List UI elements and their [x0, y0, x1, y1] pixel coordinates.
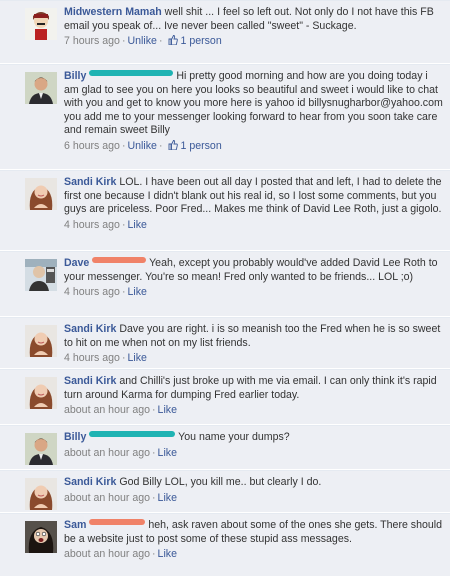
- author-name: Billy: [64, 70, 87, 82]
- comment-author[interactable]: Sandi Kirk: [64, 476, 116, 488]
- comment-timestamp: 4 hours ago: [64, 218, 120, 231]
- like-count-link[interactable]: 1 person: [180, 35, 221, 47]
- comment-item: Sandi Kirk and Chilli's just broke up wi…: [0, 369, 450, 425]
- comment-body: Sandi Kirk LOL. I have been out all day …: [64, 176, 444, 217]
- separator: ·: [152, 404, 156, 417]
- separator: ·: [152, 548, 156, 561]
- comment-body: Sam heh, ask raven about some of the one…: [64, 519, 444, 546]
- comment-meta: 6 hours ago · Unlike · 1 person: [64, 140, 444, 153]
- like-link[interactable]: Like: [158, 548, 177, 560]
- comment-timestamp: about an hour ago: [64, 446, 151, 459]
- thumbs-up-icon[interactable]: [168, 140, 179, 150]
- comment-timestamp: 6 hours ago: [64, 139, 120, 152]
- comment-meta: 4 hours ago · Like: [64, 286, 444, 299]
- man-avatar-icon[interactable]: [25, 259, 57, 291]
- like-link[interactable]: Like: [158, 492, 177, 504]
- comment-meta: 4 hours ago · Like: [64, 219, 444, 232]
- like-link[interactable]: Like: [158, 404, 177, 416]
- woman-avatar-icon[interactable]: [25, 178, 57, 210]
- comment-text: and Chilli's just broke up with me via e…: [64, 375, 437, 401]
- comment-list: Midwestern Mamah well shit ... I feel so…: [0, 0, 450, 577]
- comment-timestamp: 4 hours ago: [64, 352, 120, 365]
- comment-meta: about an hour ago · Like: [64, 447, 444, 460]
- comment-meta: 7 hours ago · Unlike · 1 person: [64, 35, 444, 48]
- man-avatar-icon[interactable]: [25, 433, 57, 465]
- comment-meta: about an hour ago · Like: [64, 404, 444, 417]
- comment-author[interactable]: Sandi Kirk: [64, 375, 116, 387]
- comment-text: LOL. I have been out all day I posted th…: [64, 176, 442, 216]
- comment-author[interactable]: Dave: [64, 257, 147, 269]
- separator: ·: [121, 286, 126, 299]
- comment-text: You name your dumps?: [178, 431, 290, 443]
- comment-item: Midwestern Mamah well shit ... I feel so…: [0, 0, 450, 64]
- comment-author[interactable]: Sandi Kirk: [64, 176, 116, 188]
- comment-text: Dave you are right. i is so meanish too …: [64, 323, 441, 349]
- author-name: Dave: [64, 257, 90, 269]
- separator: ·: [121, 35, 126, 48]
- like-link[interactable]: Like: [128, 352, 147, 364]
- man-avatar-icon[interactable]: [25, 72, 57, 104]
- comment-body: Midwestern Mamah well shit ... I feel so…: [64, 6, 444, 33]
- comment-timestamp: about an hour ago: [64, 548, 151, 561]
- comment-author[interactable]: Sam: [64, 519, 146, 531]
- like-link[interactable]: Like: [128, 286, 147, 298]
- redaction-mark: [89, 70, 174, 76]
- like-link[interactable]: Like: [128, 219, 147, 231]
- author-name: Billy: [64, 431, 87, 443]
- comment-body: Sandi Kirk God Billy LOL, you kill me.. …: [64, 476, 444, 490]
- comment-timestamp: about an hour ago: [64, 404, 151, 417]
- separator: ·: [121, 218, 126, 231]
- redaction-mark: [89, 519, 146, 525]
- comment-author[interactable]: Billy: [64, 70, 174, 82]
- comment-item: Sam heh, ask raven about some of the one…: [0, 513, 450, 577]
- comment-author[interactable]: Midwestern Mamah: [64, 6, 162, 18]
- comment-body: Sandi Kirk and Chilli's just broke up wi…: [64, 375, 444, 402]
- comment-author[interactable]: Sandi Kirk: [64, 323, 116, 335]
- comment-body: Billy Hi pretty good morning and how are…: [64, 70, 444, 138]
- woman-avatar-icon[interactable]: [25, 8, 57, 40]
- separator: ·: [152, 446, 156, 459]
- like-count-link[interactable]: 1 person: [180, 140, 221, 152]
- comment-timestamp: 7 hours ago: [64, 35, 120, 48]
- unlike-link[interactable]: Unlike: [128, 140, 157, 152]
- thumbs-up-icon[interactable]: [168, 35, 179, 46]
- comment-timestamp: 4 hours ago: [64, 286, 120, 299]
- redaction-mark: [92, 257, 147, 263]
- woman-avatar-icon[interactable]: [25, 521, 57, 553]
- comment-item: Sandi Kirk God Billy LOL, you kill me.. …: [0, 470, 450, 513]
- comment-author[interactable]: Billy: [64, 431, 176, 443]
- comment-item: Sandi Kirk Dave you are right. i is so m…: [0, 317, 450, 369]
- separator: ·: [158, 139, 163, 152]
- separator: ·: [158, 35, 163, 48]
- woman-avatar-icon[interactable]: [25, 377, 57, 409]
- comment-item: Billy You name your dumps? about an hour…: [0, 425, 450, 470]
- woman-avatar-icon[interactable]: [25, 478, 57, 510]
- comment-body: Billy You name your dumps?: [64, 431, 444, 445]
- comment-item: Dave Yeah, except you probably would've …: [0, 251, 450, 317]
- comment-meta: 4 hours ago · Like: [64, 352, 444, 365]
- woman-avatar-icon[interactable]: [25, 325, 57, 357]
- comment-body: Dave Yeah, except you probably would've …: [64, 257, 444, 284]
- like-link[interactable]: Like: [158, 447, 177, 459]
- redaction-mark: [89, 431, 176, 437]
- separator: ·: [152, 491, 156, 504]
- comment-item: Sandi Kirk LOL. I have been out all day …: [0, 170, 450, 251]
- separator: ·: [121, 139, 126, 152]
- comment-item: Billy Hi pretty good morning and how are…: [0, 64, 450, 170]
- comment-meta: about an hour ago · Like: [64, 492, 444, 505]
- comment-timestamp: about an hour ago: [64, 491, 151, 504]
- author-name: Sam: [64, 519, 87, 531]
- unlike-link[interactable]: Unlike: [128, 35, 157, 47]
- separator: ·: [121, 352, 126, 365]
- comment-body: Sandi Kirk Dave you are right. i is so m…: [64, 323, 444, 350]
- comment-text: God Billy LOL, you kill me.. but clearly…: [119, 476, 322, 488]
- comment-meta: about an hour ago · Like: [64, 548, 444, 561]
